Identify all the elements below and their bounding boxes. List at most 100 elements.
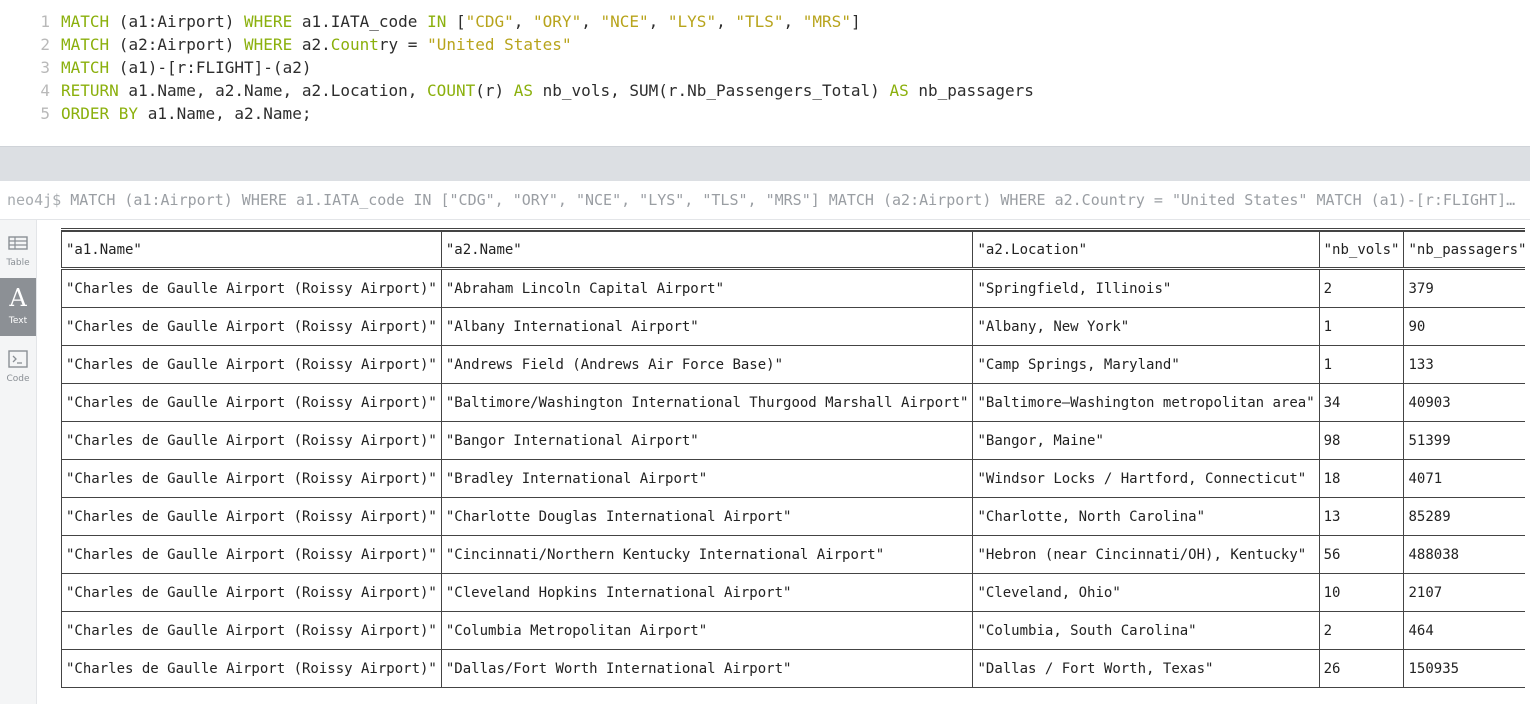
code-token: , xyxy=(648,12,668,31)
view-code-button[interactable]: Code xyxy=(0,336,36,394)
code-token: nb_passagers xyxy=(908,81,1034,100)
column-header: "nb_passagers" xyxy=(1403,231,1525,270)
table-icon xyxy=(8,236,28,250)
table-cell: "Camp Springs, Maryland" xyxy=(972,345,1320,384)
table-cell: "Charles de Gaulle Airport (Roissy Airpo… xyxy=(61,649,442,688)
code-line[interactable]: 5 ORDER BY a1.Name, a2.Name; xyxy=(4,102,311,125)
table-cell: 379 xyxy=(1403,268,1525,308)
code-token: MATCH xyxy=(61,12,110,31)
table-cell: "Charles de Gaulle Airport (Roissy Airpo… xyxy=(61,421,442,460)
table-cell: 1 xyxy=(1318,307,1405,346)
column-header: "a2.Name" xyxy=(440,231,974,270)
result-frame-header: neo4j$ MATCH (a1:Airport) WHERE a1.IATA_… xyxy=(0,181,1530,220)
code-token: "CDG" xyxy=(465,12,514,31)
code-token: a1.Name, a2.Name, a2.Location, xyxy=(118,81,428,100)
table-cell: "Bangor, Maine" xyxy=(972,421,1320,460)
table-cell: 4071 xyxy=(1403,459,1525,498)
table-cell: "Abraham Lincoln Capital Airport" xyxy=(440,268,974,308)
table-cell: 1 xyxy=(1318,345,1405,384)
table-cell: 2 xyxy=(1318,611,1405,650)
code-icon xyxy=(8,350,28,368)
view-code-label: Code xyxy=(6,374,30,384)
table-row: "Charles de Gaulle Airport (Roissy Airpo… xyxy=(61,573,1525,612)
table-cell: 10 xyxy=(1318,573,1405,612)
table-cell: "Baltimore/Washington International Thur… xyxy=(440,383,974,422)
table-cell: "Bangor International Airport" xyxy=(440,421,974,460)
view-table-label: Table xyxy=(6,258,30,268)
code-token: [ xyxy=(446,12,466,31)
table-cell: "Columbia, South Carolina" xyxy=(972,611,1320,650)
code-line[interactable]: 2 MATCH (a2:Airport) WHERE a2.Country = "… xyxy=(4,33,572,56)
code-token: a1.Name, a2.Name; xyxy=(138,104,312,123)
table-cell: "Charles de Gaulle Airport (Roissy Airpo… xyxy=(61,611,442,650)
line-number: 2 xyxy=(40,35,50,54)
result-command[interactable]: neo4j$ MATCH (a1:Airport) WHERE a1.IATA_… xyxy=(7,181,1517,219)
table-cell: "Charlotte Douglas International Airport… xyxy=(440,497,974,536)
table-cell: 40903 xyxy=(1403,383,1525,422)
code-token: RETURN xyxy=(61,81,119,100)
table-cell: "Charles de Gaulle Airport (Roissy Airpo… xyxy=(61,497,442,536)
table-cell: 2107 xyxy=(1403,573,1525,612)
code-token: (r) xyxy=(475,81,514,100)
code-token: COUNT xyxy=(427,81,476,100)
code-token: "NCE" xyxy=(600,12,649,31)
code-token: WHERE xyxy=(244,12,293,31)
code-token: "United States" xyxy=(427,35,572,54)
code-token: AS xyxy=(513,81,534,100)
code-line[interactable]: 4 RETURN a1.Name, a2.Name, a2.Location, C… xyxy=(4,79,1034,102)
column-header: "nb_vols" xyxy=(1318,231,1405,270)
table-cell: "Cleveland, Ohio" xyxy=(972,573,1320,612)
table-cell: "Baltimore–Washington metropolitan area" xyxy=(972,383,1320,422)
column-header: "a1.Name" xyxy=(61,231,442,270)
table-cell: "Cincinnati/Northern Kentucky Internatio… xyxy=(440,535,974,574)
table-cell: 26 xyxy=(1318,649,1405,688)
code-token: (a1:Airport) xyxy=(109,12,245,31)
table-cell: 51399 xyxy=(1403,421,1525,460)
code-line[interactable]: 1 MATCH (a1:Airport) WHERE a1.IATA_code I… xyxy=(4,10,860,33)
text-icon: A xyxy=(9,284,27,312)
table-cell: 90 xyxy=(1403,307,1525,346)
code-token: IN xyxy=(427,12,447,31)
table-cell: 34 xyxy=(1318,383,1405,422)
code-token: , xyxy=(513,12,534,31)
table-header-row: "a1.Name" "a2.Name" "a2.Location" "nb_vo… xyxy=(61,231,1525,270)
table-cell: "Hebron (near Cincinnati/OH), Kentucky" xyxy=(972,535,1320,574)
table-cell: 150935 xyxy=(1403,649,1525,688)
editor-divider xyxy=(0,146,1530,181)
table-cell: "Charles de Gaulle Airport (Roissy Airpo… xyxy=(61,383,442,422)
table-cell: 18 xyxy=(1318,459,1405,498)
query-editor[interactable]: 1 MATCH (a1:Airport) WHERE a1.IATA_code I… xyxy=(4,10,1530,142)
table-cell: 13 xyxy=(1318,497,1405,536)
prompt-label: neo4j$ xyxy=(7,191,62,209)
table-cell: 464 xyxy=(1403,611,1525,650)
code-token: ry = xyxy=(378,35,428,54)
table-row: "Charles de Gaulle Airport (Roissy Airpo… xyxy=(61,345,1525,384)
table-cell: "Charles de Gaulle Airport (Roissy Airpo… xyxy=(61,535,442,574)
table-row: "Charles de Gaulle Airport (Roissy Airpo… xyxy=(61,383,1525,422)
table-cell: 85289 xyxy=(1403,497,1525,536)
code-token: (a2:Airport) xyxy=(109,35,245,54)
view-switcher: Table A Text Code xyxy=(0,220,37,704)
table-cell: "Dallas/Fort Worth International Airport… xyxy=(440,649,974,688)
view-text-label: Text xyxy=(8,316,28,326)
code-line[interactable]: 3 MATCH (a1)-[r:FLIGHT]-(a2) xyxy=(4,56,311,79)
table-cell: 98 xyxy=(1318,421,1405,460)
code-token: , xyxy=(581,12,601,31)
line-number: 1 xyxy=(40,12,50,31)
code-token: a2. xyxy=(292,35,331,54)
column-header: "a2.Location" xyxy=(972,231,1320,270)
table-cell: "Albany International Airport" xyxy=(440,307,974,346)
table-cell: "Charles de Gaulle Airport (Roissy Airpo… xyxy=(61,268,442,308)
code-token: Count xyxy=(330,35,379,54)
table-row: "Charles de Gaulle Airport (Roissy Airpo… xyxy=(61,649,1525,688)
view-text-button[interactable]: A Text xyxy=(0,278,36,336)
code-token: ORDER BY xyxy=(61,104,139,123)
code-token: MATCH xyxy=(61,58,110,77)
table-cell: "Bradley International Airport" xyxy=(440,459,974,498)
code-token: "MRS" xyxy=(802,12,851,31)
code-token: "TLS" xyxy=(735,12,784,31)
view-table-button[interactable]: Table xyxy=(0,220,36,278)
table-row: "Charles de Gaulle Airport (Roissy Airpo… xyxy=(61,459,1525,498)
code-token: MATCH xyxy=(61,35,110,54)
line-number: 5 xyxy=(40,104,50,123)
